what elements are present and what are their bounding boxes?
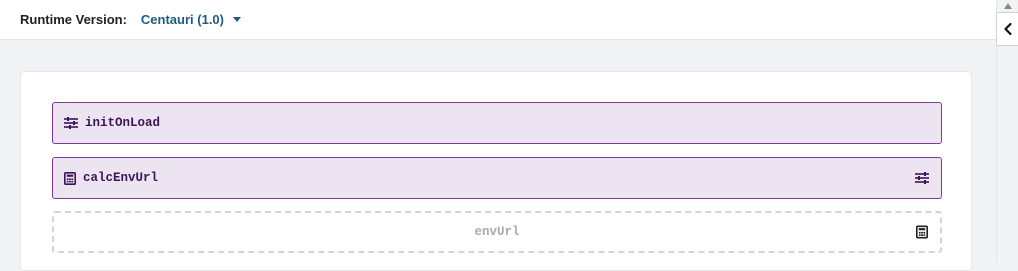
block-label: initOnLoad (85, 116, 161, 130)
sliders-icon (64, 117, 78, 129)
block-initonload[interactable]: initOnLoad (52, 102, 942, 144)
blocks-panel: initOnLoad calcEnvUrl envUrl (20, 71, 972, 271)
block-label: envUrl (474, 225, 520, 239)
sliders-icon[interactable] (915, 172, 929, 184)
calculator-icon (64, 171, 76, 185)
block-envurl-placeholder[interactable]: envUrl (52, 211, 942, 253)
collapse-panel-button[interactable] (996, 12, 1018, 46)
chevron-left-icon (1003, 22, 1012, 36)
block-label: calcEnvUrl (83, 171, 159, 185)
scroll-up-arrow-icon[interactable] (1004, 3, 1012, 9)
calculator-icon[interactable] (916, 225, 928, 239)
runtime-version-dropdown[interactable]: Centauri (1.0) (141, 12, 241, 27)
caret-down-icon (233, 17, 241, 22)
runtime-version-value: Centauri (1.0) (140, 12, 224, 27)
toolbar: Runtime Version: Centauri (1.0) (0, 0, 996, 40)
block-calcenvurl[interactable]: calcEnvUrl (52, 157, 942, 199)
runtime-version-label: Runtime Version: (20, 12, 127, 27)
